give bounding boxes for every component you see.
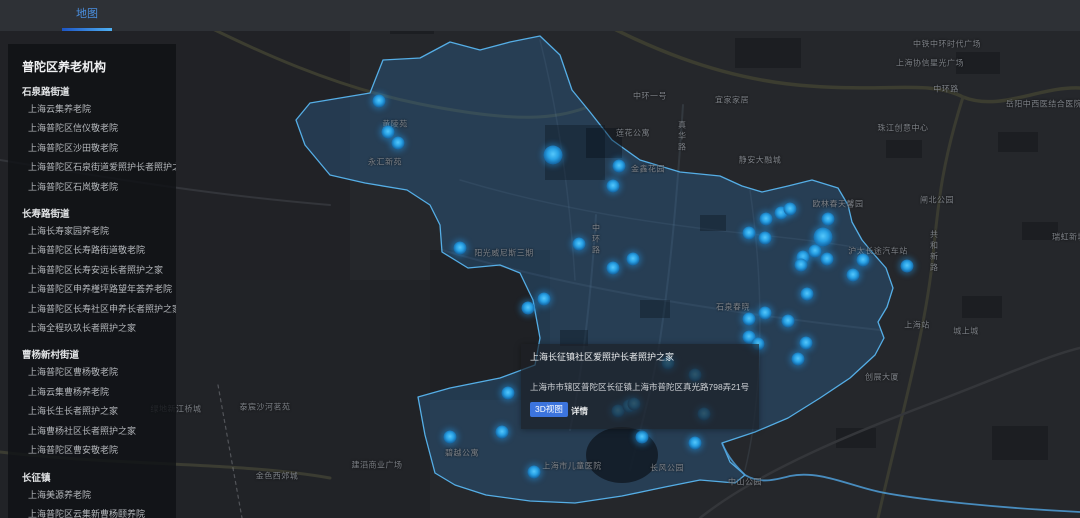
sidebar-item[interactable]: 上海普陀区长寿路街道敬老院 <box>28 241 168 260</box>
sidebar-item[interactable]: 上海曹杨社区长者照护之家 <box>28 422 168 441</box>
map-marker[interactable] <box>544 146 563 165</box>
map-marker[interactable] <box>607 180 620 193</box>
poi-popup: 上海长征镇社区爱照护长者照护之家 上海市市辖区普陀区长征镇上海市普陀区真光路79… <box>521 344 759 429</box>
map-label: 长风公园 <box>650 463 684 474</box>
sidebar-item[interactable]: 上海美源养老院 <box>28 486 168 505</box>
map-marker[interactable] <box>901 260 914 273</box>
map-label: 闸北公园 <box>920 195 954 206</box>
map-marker[interactable] <box>760 213 773 226</box>
sidebar-item[interactable]: 上海长寿家园养老院 <box>28 222 168 241</box>
map-label: 上海协信星光广场 <box>896 58 964 69</box>
map-marker[interactable] <box>607 262 620 275</box>
sidebar-group-header: 长征镇 <box>22 470 168 484</box>
map-marker[interactable] <box>502 387 515 400</box>
sidebar-item[interactable]: 上海普陀区长寿安远长者照护之家 <box>28 261 168 280</box>
map-label: 建滔商业广场 <box>352 460 403 471</box>
map-label: 中山公园 <box>728 477 762 488</box>
map-label: 珠江创意中心 <box>878 123 929 134</box>
map-label: 中环路 <box>933 84 959 95</box>
sidebar-item[interactable]: 上海全程玖玖长者照护之家 <box>28 319 168 338</box>
map-label: 静安大融城 <box>739 155 782 166</box>
map-label: 石泉春晓 <box>716 302 750 313</box>
sidebar-item[interactable]: 上海普陀区沙田敬老院 <box>28 139 168 158</box>
map-marker[interactable] <box>857 254 870 267</box>
popup-title: 上海长征镇社区爱照护长者照护之家 <box>530 350 674 363</box>
map-label: 共和新路 <box>929 230 940 274</box>
map-marker[interactable] <box>444 431 457 444</box>
map-label: 瑞虹新城 <box>1052 232 1080 243</box>
map-marker[interactable] <box>801 288 814 301</box>
map-marker[interactable] <box>782 315 795 328</box>
map-marker[interactable] <box>689 437 702 450</box>
sidebar-group-header: 石泉路街道 <box>22 84 168 98</box>
map-label: 金色西郊城 <box>256 471 299 482</box>
panel-title: 普陀区养老机构 <box>22 58 168 75</box>
map-marker[interactable] <box>743 227 756 240</box>
map-label: 欧林春天馨园 <box>813 199 864 210</box>
map-label: 上海站 <box>904 320 930 331</box>
map-marker[interactable] <box>795 259 808 272</box>
map-marker[interactable] <box>528 466 541 479</box>
map-marker[interactable] <box>759 232 772 245</box>
map-marker[interactable] <box>392 137 405 150</box>
map-label: 创展大厦 <box>865 372 899 383</box>
tab-map[interactable]: 地图 <box>62 0 112 29</box>
sidebar-item[interactable]: 上海普陀区石泉街道爱照护长者照护之家 <box>28 158 168 177</box>
map-label: 莲花公寓 <box>616 128 650 139</box>
map-marker[interactable] <box>809 245 822 258</box>
tab-active-underline <box>62 28 112 31</box>
view-3d-button[interactable]: 3D视图 <box>530 402 568 417</box>
map-marker[interactable] <box>613 160 626 173</box>
top-nav-bar: 地图 <box>0 0 1080 31</box>
map-marker[interactable] <box>538 293 551 306</box>
map-label: 宜家家居 <box>715 95 749 106</box>
map-label: 中铁中环时代广场 <box>913 39 981 50</box>
map-label: 上海市儿童医院 <box>542 461 602 472</box>
sidebar-group-header: 长寿路街道 <box>22 206 168 220</box>
map-marker[interactable] <box>784 203 797 216</box>
map-marker[interactable] <box>743 313 756 326</box>
map-marker[interactable] <box>627 253 640 266</box>
sidebar-item[interactable]: 上海普陀区石岚敬老院 <box>28 178 168 197</box>
map-marker[interactable] <box>382 126 395 139</box>
map-label: 城上城 <box>953 326 979 337</box>
map-marker[interactable] <box>800 337 813 350</box>
map-marker[interactable] <box>522 302 535 315</box>
map-marker[interactable] <box>636 431 649 444</box>
sidebar-item[interactable]: 上海云集曹杨养老院 <box>28 383 168 402</box>
detail-link[interactable]: 详情 <box>571 405 588 417</box>
map-marker[interactable] <box>792 353 805 366</box>
map-label: 岳阳中西医结合医院 <box>1006 99 1080 110</box>
sidebar-group-header: 曹杨新村街道 <box>22 347 168 361</box>
sidebar-item[interactable]: 上海普陀区申养槿坪路望年荟养老院 <box>28 280 168 299</box>
map-label: 金鑫花园 <box>631 164 665 175</box>
map-marker[interactable] <box>822 213 835 226</box>
map-label: 阳光威尼斯三期 <box>474 248 534 259</box>
sidebar-item[interactable]: 上海普陀区曹杨敬老院 <box>28 363 168 382</box>
sidebar-item[interactable]: 上海普陀区信仪敬老院 <box>28 119 168 138</box>
sidebar-groups: 石泉路街道上海云集养老院上海普陀区信仪敬老院上海普陀区沙田敬老院上海普陀区石泉街… <box>22 84 168 518</box>
map-marker[interactable] <box>573 238 586 251</box>
sidebar-item[interactable]: 上海普陀区云集新曹杨颐养院 <box>28 505 168 518</box>
map-marker[interactable] <box>759 307 772 320</box>
map-label: 中环路 <box>591 224 602 257</box>
map-marker[interactable] <box>821 253 834 266</box>
sidebar-item[interactable]: 上海云集养老院 <box>28 100 168 119</box>
map-label: 泰宸沙河茗苑 <box>240 402 291 413</box>
popup-address: 上海市市辖区普陀区长征镇上海市普陀区真光路798弄21号 <box>530 381 749 393</box>
map-marker[interactable] <box>373 95 386 108</box>
map-marker[interactable] <box>454 242 467 255</box>
map-label: 碧越公寓 <box>445 448 479 459</box>
map-label: 真华路 <box>677 121 688 154</box>
institution-list-panel: 普陀区养老机构 石泉路街道上海云集养老院上海普陀区信仪敬老院上海普陀区沙田敬老院… <box>8 44 176 518</box>
sidebar-item[interactable]: 上海普陀区长寿社区申养长者照护之家 <box>28 300 168 319</box>
sidebar-item[interactable]: 上海普陀区曹安敬老院 <box>28 441 168 460</box>
map-marker[interactable] <box>847 269 860 282</box>
map-marker[interactable] <box>496 426 509 439</box>
map-label: 中环一号 <box>633 91 667 102</box>
sidebar-item[interactable]: 上海长生长者照护之家 <box>28 402 168 421</box>
map-label: 永汇新苑 <box>368 157 402 168</box>
